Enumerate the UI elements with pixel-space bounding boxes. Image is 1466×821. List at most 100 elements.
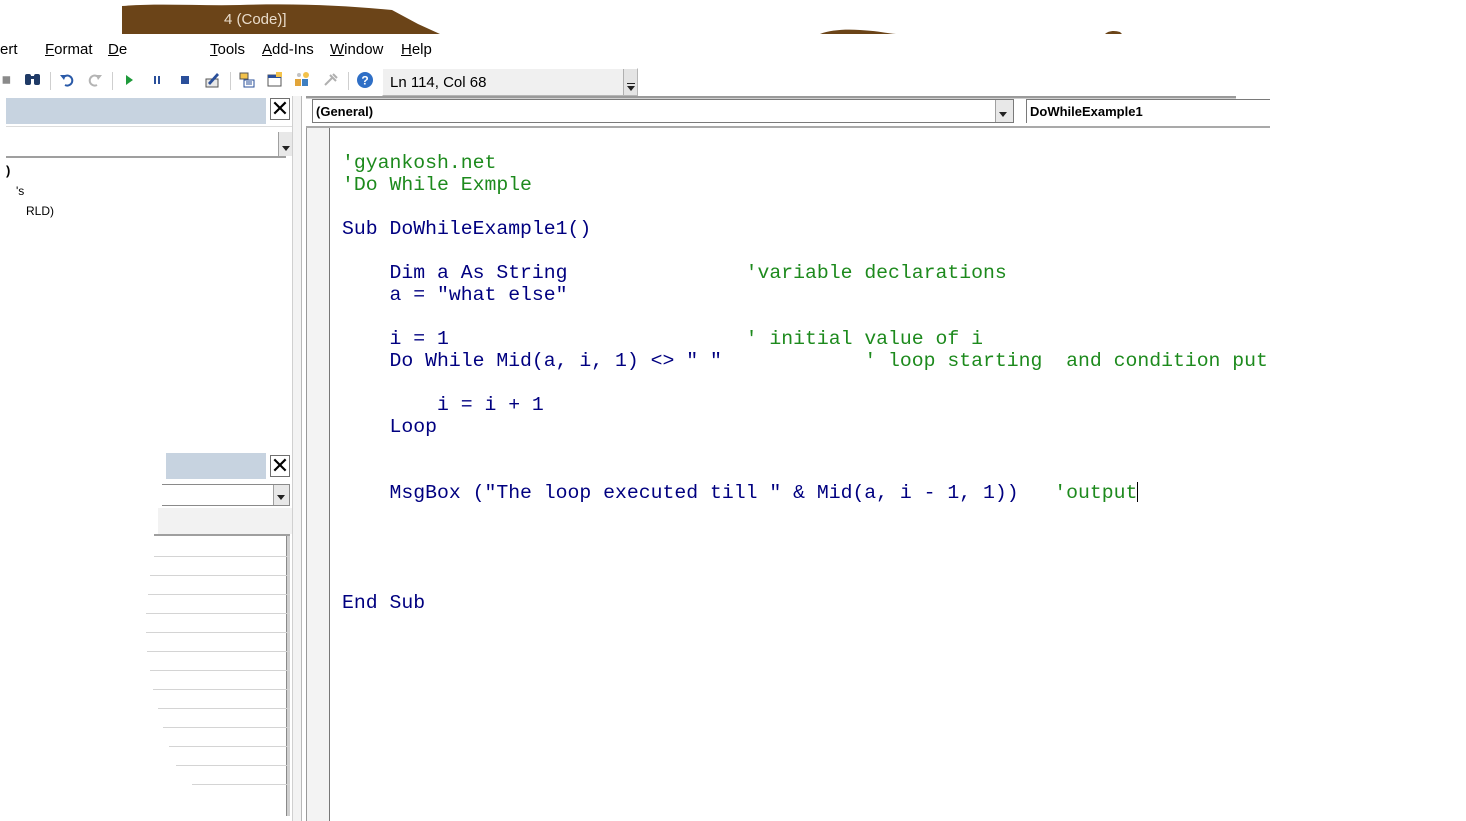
code-line[interactable]: a = "what else"	[342, 284, 1268, 306]
code-text: End Sub	[342, 592, 426, 614]
torn-title-strip	[0, 4, 1122, 35]
code-text: Dim a As String	[342, 262, 746, 284]
code-line[interactable]: Dim a As String 'variable declarations	[342, 262, 1268, 284]
text-cursor	[1137, 482, 1139, 502]
menu-debug[interactable]: De	[108, 41, 134, 58]
object-dropdown-value: (General)	[316, 104, 374, 119]
margin-indicator-bar[interactable]	[306, 128, 330, 821]
code-comment: ' initial value of i	[745, 328, 984, 350]
code-line[interactable]: Do While Mid(a, i, 1) <> " " ' loop star…	[342, 350, 1268, 372]
project-pane-close-icon[interactable]: ✕	[270, 98, 290, 120]
toolbar-options-dropdown[interactable]	[623, 69, 637, 95]
properties-grid-edge	[286, 536, 290, 816]
menu-add-ins[interactable]: Add-Ins	[262, 41, 314, 58]
property-row[interactable]	[146, 632, 290, 633]
standard-toolbar: ? Ln 114, Col 68	[0, 66, 640, 96]
run-icon[interactable]	[120, 71, 138, 89]
chevron-down-icon[interactable]	[995, 100, 1013, 122]
tree-item[interactable]: )	[6, 163, 10, 178]
property-row[interactable]	[150, 670, 290, 671]
design-mode-icon[interactable]	[204, 71, 222, 89]
tree-item[interactable]: RLD)	[26, 204, 54, 218]
pane-splitter[interactable]	[292, 96, 302, 821]
menu-tools[interactable]: Tools	[210, 41, 245, 58]
property-row[interactable]	[169, 746, 290, 747]
undo-icon[interactable]	[58, 71, 76, 89]
menu-format[interactable]: Format	[45, 41, 93, 58]
save-icon[interactable]	[2, 71, 12, 89]
properties-pane-header	[166, 453, 266, 479]
title-bar: 4 (Code)]	[0, 0, 1466, 40]
code-line[interactable]	[342, 372, 1268, 394]
code-comment: 'gyankosh.net	[342, 152, 497, 174]
line-column-status: Ln 114, Col 68	[382, 68, 638, 96]
code-line[interactable]	[342, 240, 1268, 262]
project-scroll-dropdown[interactable]	[278, 132, 292, 156]
toolbar-separator	[112, 72, 113, 90]
code-comment: 'variable declarations	[745, 262, 1007, 284]
property-row[interactable]	[146, 613, 290, 614]
code-line[interactable]	[342, 570, 1268, 592]
code-line[interactable]	[342, 438, 1268, 460]
code-line[interactable]	[342, 196, 1268, 218]
code-text: a = "what else"	[342, 284, 568, 306]
code-window: (General) DoWhileExample1 'gyankosh.net '…	[302, 96, 1466, 821]
code-line[interactable]	[342, 548, 1268, 570]
properties-pane-close-icon[interactable]: ✕	[270, 455, 290, 477]
project-pane-header	[6, 98, 266, 124]
code-text: Do While Mid(a, i, 1) <> " "	[342, 350, 865, 372]
toolbox-icon[interactable]	[322, 71, 340, 89]
menu-insert[interactable]: ert	[0, 41, 18, 58]
svg-text:?: ?	[361, 74, 368, 88]
code-comment: 'output	[1054, 482, 1138, 504]
menu-bar: ert Format De Tools Add-Ins Window Help	[0, 38, 1466, 62]
toolbar-separator	[230, 72, 231, 90]
window-title: 4 (Code)]	[224, 11, 287, 28]
code-line[interactable]: 'Do While Exmple	[342, 174, 1268, 196]
code-line[interactable]	[342, 306, 1268, 328]
procedure-dropdown[interactable]: DoWhileExample1	[1026, 99, 1270, 123]
code-line[interactable]: 'gyankosh.net	[342, 152, 1268, 174]
code-line[interactable]: Sub DoWhileExample1()	[342, 218, 1268, 240]
property-row[interactable]	[153, 689, 290, 690]
menu-help[interactable]: Help	[401, 41, 432, 58]
code-comment: ' loop starting and condition put	[864, 350, 1268, 372]
code-editor[interactable]: 'gyankosh.net 'Do While Exmple Sub DoWhile…	[342, 152, 1268, 614]
tree-item[interactable]: 's	[16, 184, 24, 198]
code-line[interactable]: i = 1 ' initial value of i	[342, 328, 1268, 350]
code-text: Sub DoWhileExample1()	[342, 218, 592, 240]
find-icon[interactable]	[24, 71, 42, 89]
code-line[interactable]	[342, 504, 1268, 526]
code-text: MsgBox ("The loop executed till " & Mid(…	[342, 482, 1055, 504]
help-icon[interactable]: ?	[356, 71, 374, 89]
reset-icon[interactable]	[176, 71, 194, 89]
code-line[interactable]: End Sub	[342, 592, 1268, 614]
object-browser-icon[interactable]	[294, 71, 312, 89]
code-text: i = 1	[342, 328, 746, 350]
project-explorer-icon[interactable]	[238, 71, 256, 89]
code-line[interactable]	[342, 526, 1268, 548]
property-row[interactable]	[158, 708, 290, 709]
properties-grid-top	[154, 534, 290, 536]
project-toolbar-bottom-border	[6, 156, 286, 158]
object-dropdown[interactable]: (General)	[312, 99, 1014, 123]
properties-object-dropdown[interactable]	[162, 484, 290, 506]
left-panes: ✕ ) 's RLD) ✕	[0, 96, 298, 821]
property-row[interactable]	[192, 784, 290, 785]
property-row[interactable]	[154, 556, 290, 557]
toolbar-separator	[348, 72, 349, 90]
menu-window[interactable]: Window	[330, 41, 383, 58]
property-row[interactable]	[147, 651, 290, 652]
code-line[interactable]: MsgBox ("The loop executed till " & Mid(…	[342, 482, 1268, 504]
break-icon[interactable]	[148, 71, 166, 89]
property-row[interactable]	[148, 594, 290, 595]
properties-tabs	[158, 508, 292, 534]
redo-icon[interactable]	[86, 71, 104, 89]
property-row[interactable]	[163, 727, 290, 728]
property-row[interactable]	[150, 575, 290, 576]
code-line[interactable]	[342, 460, 1268, 482]
property-row[interactable]	[176, 765, 290, 766]
code-line[interactable]: Loop	[342, 416, 1268, 438]
code-line[interactable]: i = i + 1	[342, 394, 1268, 416]
properties-window-icon[interactable]	[266, 71, 284, 89]
